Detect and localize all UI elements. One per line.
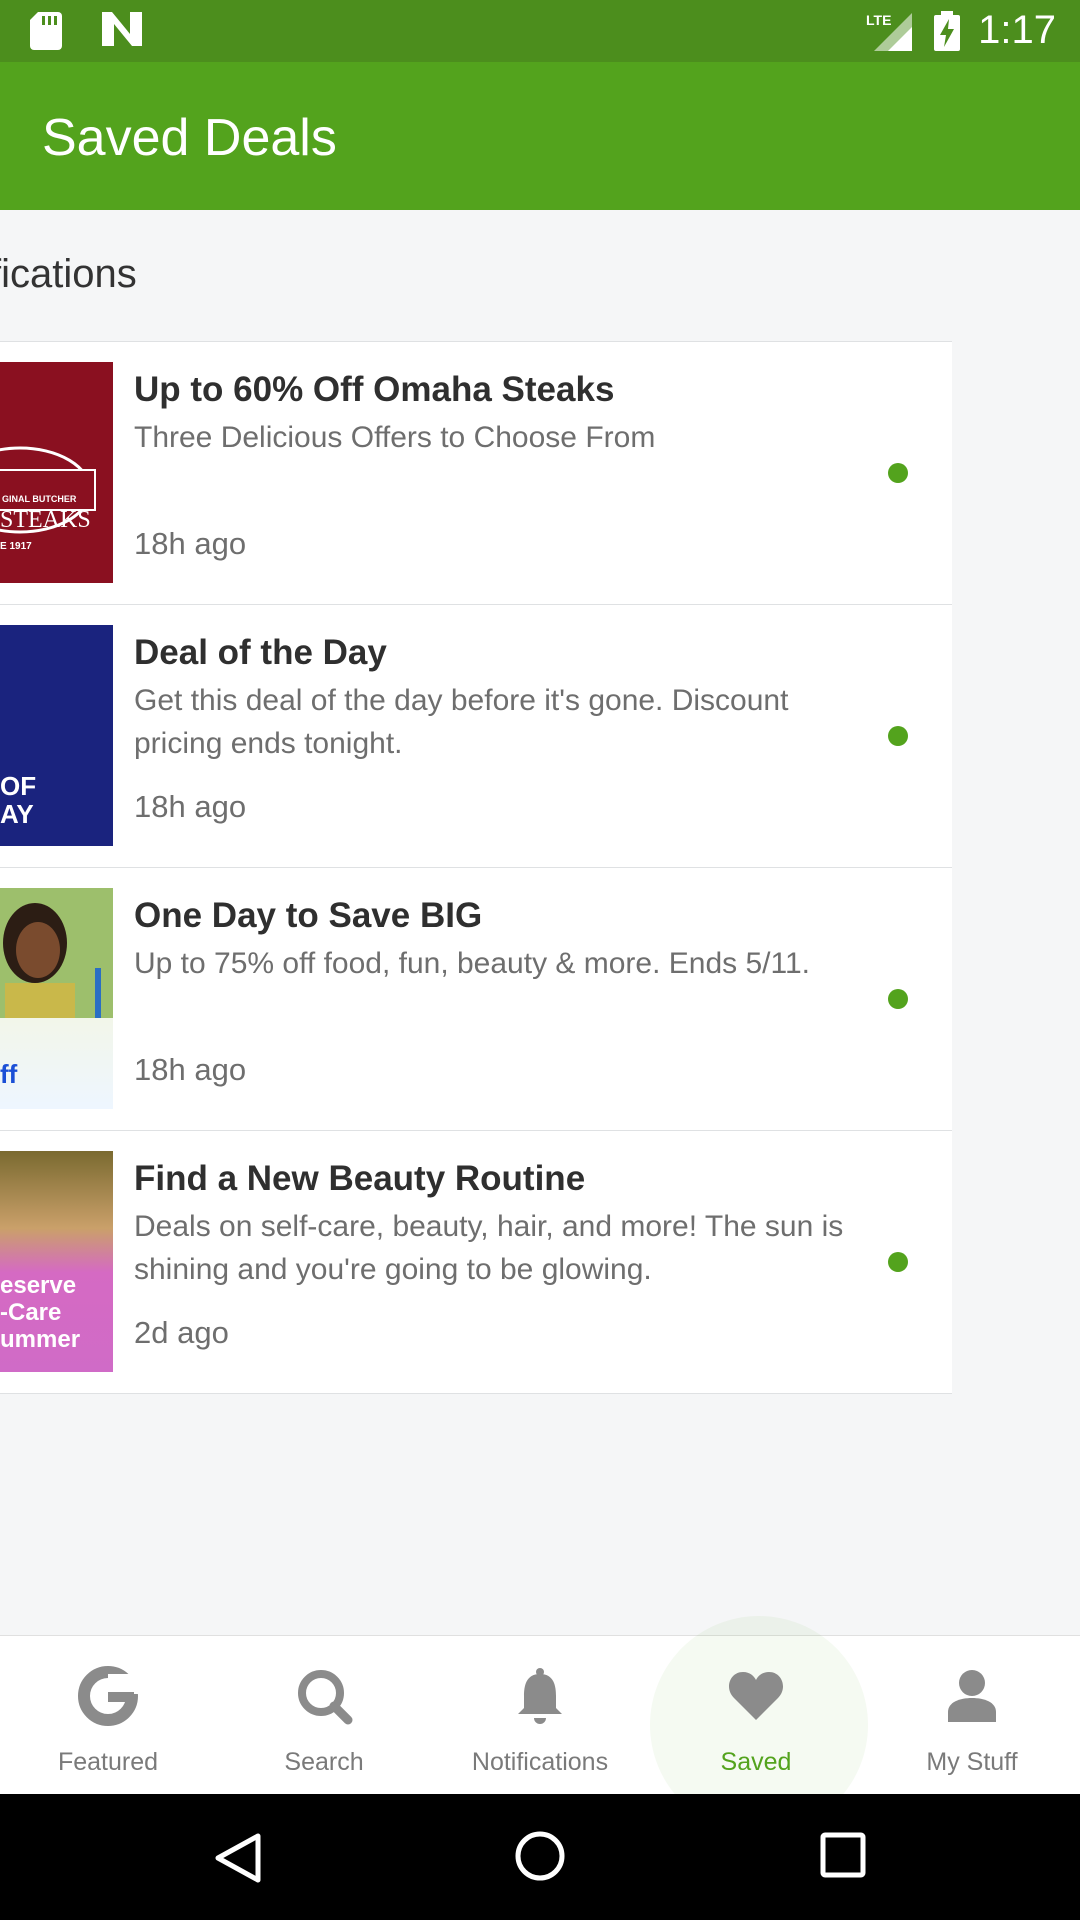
nav-label: Featured — [57, 1748, 159, 1776]
deal-thumbnail: eserve -Care ummer — [0, 1151, 113, 1372]
thumb-text: ff — [0, 1059, 18, 1089]
deal-description: Three Delicious Offers to Choose From — [134, 421, 656, 454]
nav-saved[interactable]: Saved — [648, 1636, 864, 1795]
unread-indicator — [888, 463, 908, 483]
thumb-text: OF — [0, 771, 37, 801]
deal-title: Find a New Beauty Routine — [134, 1159, 586, 1198]
person-icon — [948, 1670, 996, 1722]
clock: 1:17 — [978, 8, 1056, 52]
nav-label: My Stuff — [926, 1748, 1018, 1776]
battery-charging-icon — [934, 10, 961, 51]
unread-indicator — [888, 989, 908, 1009]
thumb-text: -Care — [0, 1299, 62, 1326]
n-logo-icon — [102, 12, 142, 46]
deal-card[interactable]: OF AY Deal of the Day Get this deal of t… — [0, 605, 952, 868]
thumb-text: AY — [0, 799, 34, 829]
deal-description: Get this deal of the day before it's gon… — [134, 684, 789, 760]
nav-search[interactable]: Search — [216, 1636, 432, 1795]
home-icon[interactable] — [514, 1830, 566, 1882]
signal-icon: LTE — [866, 12, 913, 51]
thumb-text: ummer — [0, 1326, 81, 1353]
deal-title: Deal of the Day — [134, 633, 387, 672]
bell-icon — [518, 1668, 562, 1724]
unread-indicator — [888, 1252, 908, 1272]
search-icon — [298, 1670, 353, 1725]
thumb-text: E 1917 — [0, 541, 32, 552]
page-title: Saved Deals — [42, 109, 337, 167]
nav-my-stuff[interactable]: My Stuff — [864, 1636, 1080, 1795]
system-navigation-bar — [0, 1794, 1080, 1920]
svg-text:LTE: LTE — [866, 12, 891, 28]
app-bar: Saved Deals — [0, 62, 1080, 210]
deal-title: Up to 60% Off Omaha Steaks — [134, 370, 615, 409]
deal-timestamp: 2d ago — [134, 1315, 229, 1350]
deal-card[interactable]: ff One Day to Save BIG Up to 75% off foo… — [0, 868, 952, 1131]
sd-card-icon — [30, 12, 62, 50]
nav-featured[interactable]: Featured — [0, 1636, 216, 1795]
deal-timestamp: 18h ago — [134, 1052, 247, 1087]
saved-deals-list: GINAL BUTCHER STEAKS E 1917 Up to 60% Of… — [0, 341, 952, 1394]
recents-icon[interactable] — [820, 1832, 866, 1878]
deal-card[interactable]: GINAL BUTCHER STEAKS E 1917 Up to 60% Of… — [0, 342, 952, 605]
back-icon[interactable] — [212, 1832, 264, 1884]
nav-label: Saved — [720, 1748, 792, 1776]
unread-indicator — [888, 726, 908, 746]
deal-timestamp: 18h ago — [134, 789, 247, 824]
deal-thumbnail: ff — [0, 888, 113, 1109]
nav-notifications[interactable]: Notifications — [432, 1636, 648, 1795]
bottom-navigation: Featured Search Notifications Saved My S… — [0, 1616, 1080, 1834]
nav-label: Search — [284, 1748, 364, 1776]
deal-title: One Day to Save BIG — [134, 896, 483, 935]
heart-icon — [728, 1672, 784, 1720]
deal-thumbnail: OF AY — [0, 625, 113, 846]
deal-timestamp: 18h ago — [134, 526, 247, 561]
section-title: fications — [0, 252, 137, 296]
thumb-text: STEAKS — [0, 507, 91, 533]
deal-thumbnail: GINAL BUTCHER STEAKS E 1917 — [0, 362, 113, 583]
status-bar: LTE 1:17 — [0, 0, 1080, 62]
thumb-text: eserve — [0, 1272, 77, 1299]
deal-description: Up to 75% off food, fun, beauty & more. … — [134, 947, 810, 980]
deal-card[interactable]: eserve -Care ummer Find a New Beauty Rou… — [0, 1131, 952, 1394]
groupon-g-icon — [78, 1666, 138, 1726]
deal-description: Deals on self-care, beauty, hair, and mo… — [134, 1210, 844, 1286]
nav-label: Notifications — [471, 1748, 609, 1776]
